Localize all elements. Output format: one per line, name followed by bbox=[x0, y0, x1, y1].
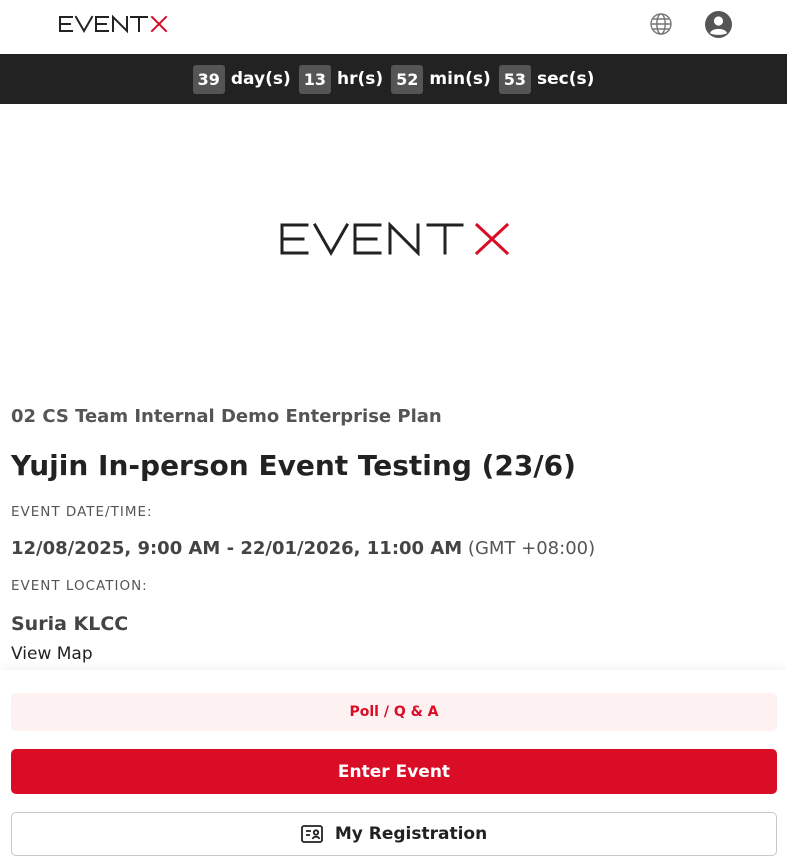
my-registration-label: My Registration bbox=[334, 824, 488, 844]
event-timezone: (GMT +08:00) bbox=[467, 538, 596, 559]
account-circle-icon[interactable] bbox=[705, 11, 732, 38]
my-registration-button[interactable]: My Registration bbox=[11, 812, 777, 856]
globe-icon[interactable] bbox=[649, 12, 673, 36]
minutes-value: 52 bbox=[391, 64, 424, 94]
event-date-range: 12/08/2025, 9:00 AM - 22/01/2026, 11:00 … bbox=[11, 538, 463, 559]
event-title: Yujin In-person Event Testing (23/6) bbox=[11, 449, 576, 482]
view-map-link[interactable]: View Map bbox=[11, 644, 93, 664]
days-unit: day(s) bbox=[230, 69, 291, 89]
enter-event-button[interactable]: Enter Event bbox=[11, 749, 777, 794]
hours-value: 13 bbox=[298, 64, 331, 94]
poll-qa-button[interactable]: Poll / Q & A bbox=[11, 693, 777, 731]
hours-unit: hr(s) bbox=[337, 69, 384, 89]
event-date-label: EVENT DATE/TIME: bbox=[11, 504, 153, 520]
eventx-logo[interactable] bbox=[58, 12, 170, 36]
event-location-label: EVENT LOCATION: bbox=[11, 578, 148, 594]
minutes-unit: min(s) bbox=[429, 69, 491, 89]
id-card-icon bbox=[300, 825, 323, 843]
event-datetime: 12/08/2025, 9:00 AM - 22/01/2026, 11:00 … bbox=[11, 538, 595, 559]
countdown-bar: 39 day(s) 13 hr(s) 52 min(s) 53 sec(s) bbox=[0, 54, 787, 104]
countdown-minutes: 52 min(s) bbox=[391, 64, 491, 94]
organizer-name: 02 CS Team Internal Demo Enterprise Plan bbox=[11, 406, 442, 427]
event-location: Suria KLCC bbox=[11, 613, 129, 635]
countdown-hours: 13 hr(s) bbox=[298, 64, 384, 94]
countdown-days: 39 day(s) bbox=[192, 64, 291, 94]
days-value: 39 bbox=[192, 64, 225, 94]
seconds-value: 53 bbox=[498, 64, 531, 94]
countdown-seconds: 53 sec(s) bbox=[498, 64, 595, 94]
seconds-unit: sec(s) bbox=[537, 69, 595, 89]
eventx-banner-logo bbox=[280, 222, 510, 256]
action-panel: Poll / Q & A Enter Event My Registration bbox=[0, 670, 787, 858]
top-navbar bbox=[0, 0, 787, 54]
